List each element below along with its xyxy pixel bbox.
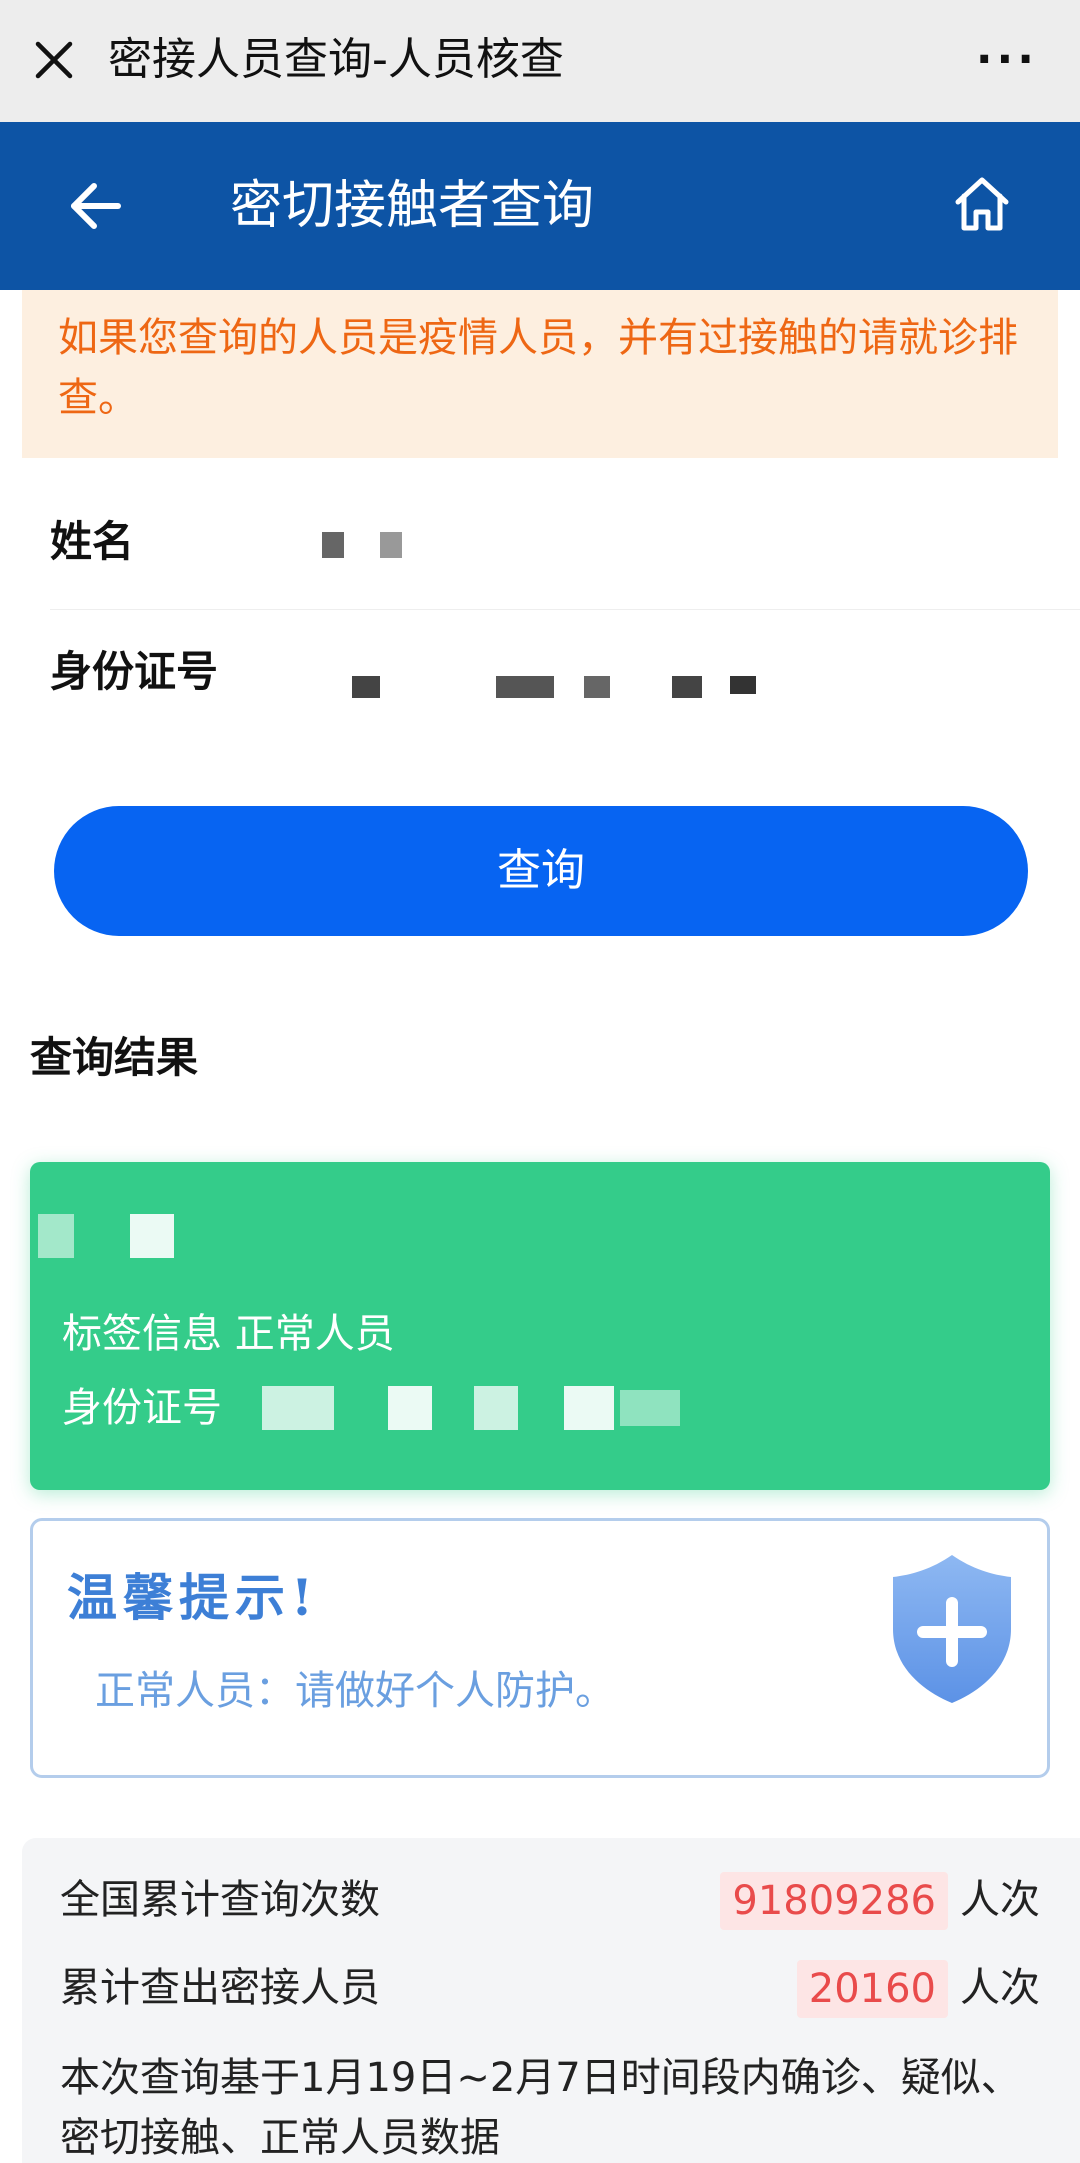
shield-plus-icon [893, 1555, 1011, 1703]
result-id-redacted [620, 1390, 680, 1426]
result-tag-info: 标签信息 正常人员 [62, 1311, 395, 1357]
total-queries-value: 91809286 [720, 1872, 948, 1930]
name-field[interactable]: 姓名 [50, 510, 1080, 610]
page-header: 密切接触者查询 [0, 122, 1080, 290]
page-title: 密切接触者查询 [230, 176, 595, 236]
name-value-redacted [380, 532, 402, 558]
wechat-top-bar: 密接人员查询-人员核查 ··· [0, 0, 1080, 122]
id-value-redacted [672, 676, 702, 698]
id-number-field[interactable]: 身份证号 [50, 640, 1080, 720]
tip-title: 温馨提示! [67, 1568, 319, 1627]
result-id-redacted [564, 1386, 614, 1430]
home-icon[interactable] [950, 172, 1014, 236]
query-button[interactable]: 查询 [54, 806, 1028, 936]
data-range-note: 本次查询基于1月19日~2月7日时间段内确诊、疑似、密切接触、正常人员数据 [60, 2055, 1021, 2161]
contacts-label: 累计查出密接人员 [60, 1965, 380, 2011]
statistics-panel: 全国累计查询次数 91809286 人次 累计查出密接人员 20160 人次 本… [22, 1838, 1080, 2163]
total-queries-row: 全国累计查询次数 91809286 人次 [60, 1868, 1040, 1932]
window-title: 密接人员查询-人员核查 [108, 34, 564, 85]
total-queries-label: 全国累计查询次数 [60, 1877, 380, 1923]
result-name-redacted [38, 1214, 74, 1258]
result-name-redacted [130, 1214, 174, 1258]
result-section-title: 查询结果 [30, 1033, 199, 1082]
more-icon[interactable]: ··· [976, 30, 1038, 90]
warning-text: 如果您查询的人员是疫情人员，并有过接触的请就诊排查。 [58, 315, 1018, 421]
id-value-redacted [496, 676, 554, 698]
id-number-label: 身份证号 [50, 647, 219, 696]
contacts-value: 20160 [796, 1960, 948, 2018]
result-id-redacted [474, 1386, 518, 1430]
result-id-label: 身份证号 [62, 1385, 222, 1431]
tip-text: 正常人员：请做好个人防护。 [95, 1668, 615, 1714]
result-card: 标签信息 正常人员 身份证号 [30, 1162, 1050, 1490]
name-label: 姓名 [50, 517, 135, 566]
id-value-redacted [584, 676, 610, 698]
contacts-unit: 人次 [960, 1965, 1040, 2011]
tip-card: 温馨提示! 正常人员：请做好个人防护。 [30, 1518, 1050, 1778]
id-value-redacted [352, 676, 380, 698]
result-id-redacted [388, 1386, 432, 1430]
warning-banner: 如果您查询的人员是疫情人员，并有过接触的请就诊排查。 [22, 290, 1058, 458]
id-value-redacted [730, 676, 756, 694]
total-queries-unit: 人次 [960, 1877, 1040, 1923]
result-id-redacted [262, 1386, 334, 1430]
name-value-redacted [322, 532, 344, 558]
back-arrow-icon[interactable] [66, 176, 126, 236]
close-icon[interactable] [30, 36, 78, 84]
contacts-row: 累计查出密接人员 20160 人次 [60, 1956, 1040, 2020]
